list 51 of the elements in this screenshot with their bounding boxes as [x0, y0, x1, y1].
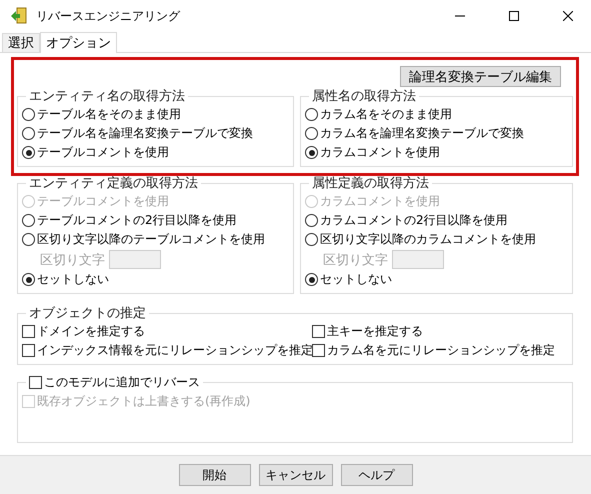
delimiter-field[interactable]: [109, 250, 161, 269]
checkbox[interactable]: [312, 344, 325, 357]
radio-label[interactable]: カラム名をそのまま使用: [320, 106, 452, 123]
checkbox[interactable]: [22, 344, 35, 357]
checkbox[interactable]: [312, 325, 325, 338]
checkbox-label[interactable]: 主キーを推定する: [327, 323, 423, 340]
radio-button[interactable]: [22, 233, 35, 246]
radio-label[interactable]: 区切り文字以降のカラムコメントを使用: [320, 231, 536, 248]
checkbox[interactable]: [22, 325, 35, 338]
checkbox-label[interactable]: インデックス情報を元にリレーションシップを推定: [37, 342, 313, 359]
radio-button[interactable]: [22, 108, 35, 121]
radio-button[interactable]: [22, 127, 35, 140]
radio-button[interactable]: [305, 273, 318, 286]
radio-label[interactable]: セットしない: [320, 271, 392, 288]
radio-label[interactable]: テーブル名をそのまま使用: [37, 106, 181, 123]
radio-label[interactable]: カラムコメントの2行目以降を使用: [320, 212, 508, 229]
dialog-button[interactable]: キャンセル: [258, 464, 332, 486]
dialog-button[interactable]: ヘルプ: [340, 464, 412, 486]
checkbox[interactable]: [29, 376, 42, 389]
window-title: リバースエンジニアリング: [36, 8, 182, 24]
radio-label[interactable]: テーブル名を論理名変換テーブルで変換: [37, 125, 253, 142]
radio-button[interactable]: [305, 233, 318, 246]
radio-button[interactable]: [305, 127, 318, 140]
edit-table-button[interactable]: 論理名変換テーブル編集: [400, 66, 561, 87]
checkbox-label[interactable]: ドメインを推定する: [37, 323, 145, 340]
group-title: エンティティ名の取得方法: [28, 88, 186, 105]
radio-label[interactable]: テーブルコメントの2行目以降を使用: [37, 212, 237, 229]
group-title: 属性名の取得方法: [311, 88, 417, 105]
radio-label[interactable]: セットしない: [37, 271, 109, 288]
app-icon: [10, 7, 28, 25]
group-title: エンティティ定義の取得方法: [28, 175, 199, 192]
delimiter-label: 区切り文字: [323, 252, 388, 268]
checkbox-label[interactable]: カラム名を元にリレーションシップを推定: [327, 342, 555, 359]
tab[interactable]: 選択: [2, 33, 40, 52]
radio-label[interactable]: テーブルコメントを使用: [37, 144, 169, 161]
delimiter-label: 区切り文字: [40, 252, 105, 268]
radio-button[interactable]: [22, 214, 35, 227]
radio-button[interactable]: [305, 214, 318, 227]
checkbox-label[interactable]: このモデルに追加でリバース: [44, 374, 200, 391]
tab[interactable]: オプション: [40, 32, 117, 53]
radio-label[interactable]: カラム名を論理名変換テーブルで変換: [320, 125, 524, 142]
radio-label[interactable]: カラムコメントを使用: [320, 144, 440, 161]
radio-button[interactable]: [305, 108, 318, 121]
radio-button[interactable]: [305, 146, 318, 159]
radio-label[interactable]: 区切り文字以降のテーブルコメントを使用: [37, 231, 265, 248]
dialog-button[interactable]: 開始: [178, 464, 250, 486]
group-title: 属性定義の取得方法: [311, 175, 430, 192]
group-title: オブジェクトの推定: [28, 305, 147, 322]
radio-button[interactable]: [22, 146, 35, 159]
delimiter-field[interactable]: [392, 250, 444, 269]
radio-button[interactable]: [22, 273, 35, 286]
